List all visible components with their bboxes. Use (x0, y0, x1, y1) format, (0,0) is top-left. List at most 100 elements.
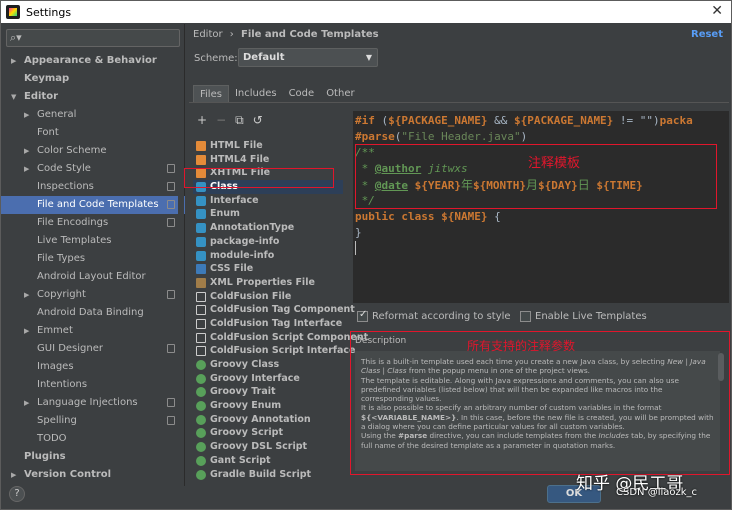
class-highlight-box (184, 168, 334, 188)
file-template-item[interactable]: Groovy Trait (193, 385, 343, 399)
file-template-item[interactable]: ColdFusion Script Interface (193, 344, 356, 358)
help-button[interactable]: ? (9, 486, 25, 502)
file-template-item[interactable]: package-info (193, 235, 343, 249)
sidebar-item[interactable]: Images (1, 358, 185, 376)
file-template-item[interactable]: Groovy Enum (193, 399, 343, 413)
reformat-checkbox[interactable] (357, 309, 368, 322)
java-file-icon (196, 195, 206, 206)
remove-icon[interactable]: − (216, 113, 226, 128)
file-template-label: ColdFusion Script Component (210, 331, 369, 343)
file-template-item[interactable]: AnnotationType (193, 221, 343, 235)
live-templates-label[interactable]: Enable Live Templates (535, 311, 647, 322)
close-icon[interactable]: ✕ (711, 3, 723, 19)
sidebar-item-label: Appearance & Behavior (24, 55, 157, 66)
expand-right-icon[interactable]: ▶ (24, 394, 29, 412)
expand-right-icon[interactable]: ▶ (24, 322, 29, 340)
project-settings-icon (167, 182, 175, 191)
sidebar-item[interactable]: ▼ Editor (1, 88, 185, 106)
expand-right-icon[interactable]: ▶ (24, 142, 29, 160)
file-template-item[interactable]: Groovy Interface (193, 372, 343, 386)
file-template-item[interactable]: ColdFusion File (193, 290, 343, 304)
sidebar-item[interactable]: ▶ Color Scheme (1, 142, 185, 160)
sidebar-item[interactable]: ▶ Language Injections (1, 394, 185, 412)
scheme-value: Default (243, 52, 285, 63)
sidebar-item[interactable]: Spelling (1, 412, 185, 430)
tab-other[interactable]: Other (320, 85, 360, 102)
intellij-app-icon (6, 5, 20, 19)
file-template-label: Interface (210, 194, 259, 206)
file-template-label: HTML4 File (210, 153, 270, 165)
file-template-item[interactable]: Groovy Class (193, 358, 343, 372)
file-template-item[interactable]: Gradle Build Script (193, 468, 343, 482)
sidebar-item[interactable]: Intentions (1, 376, 185, 394)
code-token: ( (374, 114, 389, 127)
sidebar-item[interactable]: Android Data Binding (1, 304, 185, 322)
code-token: != "") (613, 114, 660, 127)
tab-code[interactable]: Code (283, 85, 321, 102)
expand-right-icon[interactable]: ▶ (11, 466, 16, 484)
file-template-item[interactable]: ColdFusion Tag Component (193, 303, 355, 317)
file-template-item[interactable]: Gant Script (193, 454, 343, 468)
tab-includes[interactable]: Includes (229, 85, 283, 102)
sidebar-item[interactable]: ▶ Copyright (1, 286, 185, 304)
sidebar-item[interactable]: Live Templates (1, 232, 185, 250)
sidebar-item[interactable]: ▶ Appearance & Behavior (1, 52, 185, 70)
project-settings-icon (167, 398, 175, 407)
file-template-label: AnnotationType (210, 222, 295, 234)
sidebar-item[interactable]: ▶ Code Style (1, 160, 185, 178)
live-templates-checkbox[interactable] (520, 311, 531, 322)
file-template-item[interactable]: Groovy Annotation (193, 413, 343, 427)
sidebar-item[interactable]: ▶ Emmet (1, 322, 185, 340)
sidebar-item[interactable]: File Types (1, 250, 185, 268)
expand-right-icon[interactable]: ▶ (24, 160, 29, 178)
breadcrumb-editor[interactable]: Editor (193, 29, 223, 40)
copy-icon[interactable]: ⧉ (235, 113, 244, 128)
sidebar-item[interactable]: Font (1, 124, 185, 142)
sidebar-item[interactable]: Plugins (1, 448, 185, 466)
expand-right-icon[interactable]: ▶ (24, 106, 29, 124)
file-template-label: ColdFusion Script Interface (210, 345, 356, 357)
file-template-label: Groovy Class (210, 359, 280, 370)
sidebar-item[interactable]: Inspections (1, 178, 185, 196)
expand-right-icon[interactable]: ▶ (24, 286, 29, 304)
code-line: } (355, 226, 362, 239)
sidebar-item[interactable]: GUI Designer (1, 340, 185, 358)
file-template-item[interactable]: HTML4 File (193, 153, 343, 167)
sidebar-item[interactable]: File Encodings (1, 214, 185, 232)
sidebar-item[interactable]: ▶ General (1, 106, 185, 124)
file-template-item[interactable]: CSS File (193, 262, 343, 276)
sidebar-item[interactable]: TODO (1, 430, 185, 448)
sidebar-item[interactable]: ▶ Version Control (1, 466, 185, 484)
sidebar-item[interactable]: Keymap (1, 70, 185, 88)
sidebar-item[interactable]: File and Code Templates (1, 196, 185, 214)
file-template-item[interactable]: ColdFusion Script Component (193, 331, 368, 345)
file-template-item[interactable]: XML Properties File (193, 276, 343, 290)
scheme-label: Scheme: (194, 53, 238, 64)
sidebar-item-label: File Types (37, 253, 86, 264)
file-template-item[interactable]: HTML File (193, 139, 343, 153)
groovy-file-icon (196, 373, 206, 384)
sidebar-item[interactable]: Android Layout Editor (1, 268, 185, 286)
cf-file-icon (196, 318, 206, 329)
groovy-file-icon (196, 428, 206, 439)
sidebar-scrollbar[interactable] (178, 52, 184, 482)
add-icon[interactable]: + (197, 113, 207, 128)
scheme-select[interactable]: Default ▼ (238, 48, 378, 67)
file-template-label: Gant Script (210, 454, 271, 466)
expand-right-icon[interactable]: ▶ (11, 52, 16, 70)
file-template-item[interactable]: Interface (193, 194, 343, 208)
file-template-item[interactable]: Enum (193, 207, 343, 221)
tab-files[interactable]: Files (193, 85, 229, 102)
file-template-item[interactable]: Groovy DSL Script (193, 440, 343, 454)
project-settings-icon (167, 344, 175, 353)
expand-down-icon[interactable]: ▼ (11, 88, 16, 106)
reset-link[interactable]: Reset (691, 29, 723, 40)
file-template-item[interactable]: ColdFusion Tag Interface (193, 317, 343, 331)
file-template-list: HTML File HTML4 File XHTML File Class Interf… (193, 139, 368, 480)
revert-icon[interactable]: ↺ (253, 113, 263, 128)
file-template-item[interactable]: module-info (193, 249, 343, 263)
file-template-item[interactable]: Groovy Script (193, 426, 343, 440)
reformat-label[interactable]: Reformat according to style (372, 311, 511, 322)
java-file-icon (196, 223, 206, 234)
search-input[interactable]: ⌕▾ (6, 29, 180, 47)
